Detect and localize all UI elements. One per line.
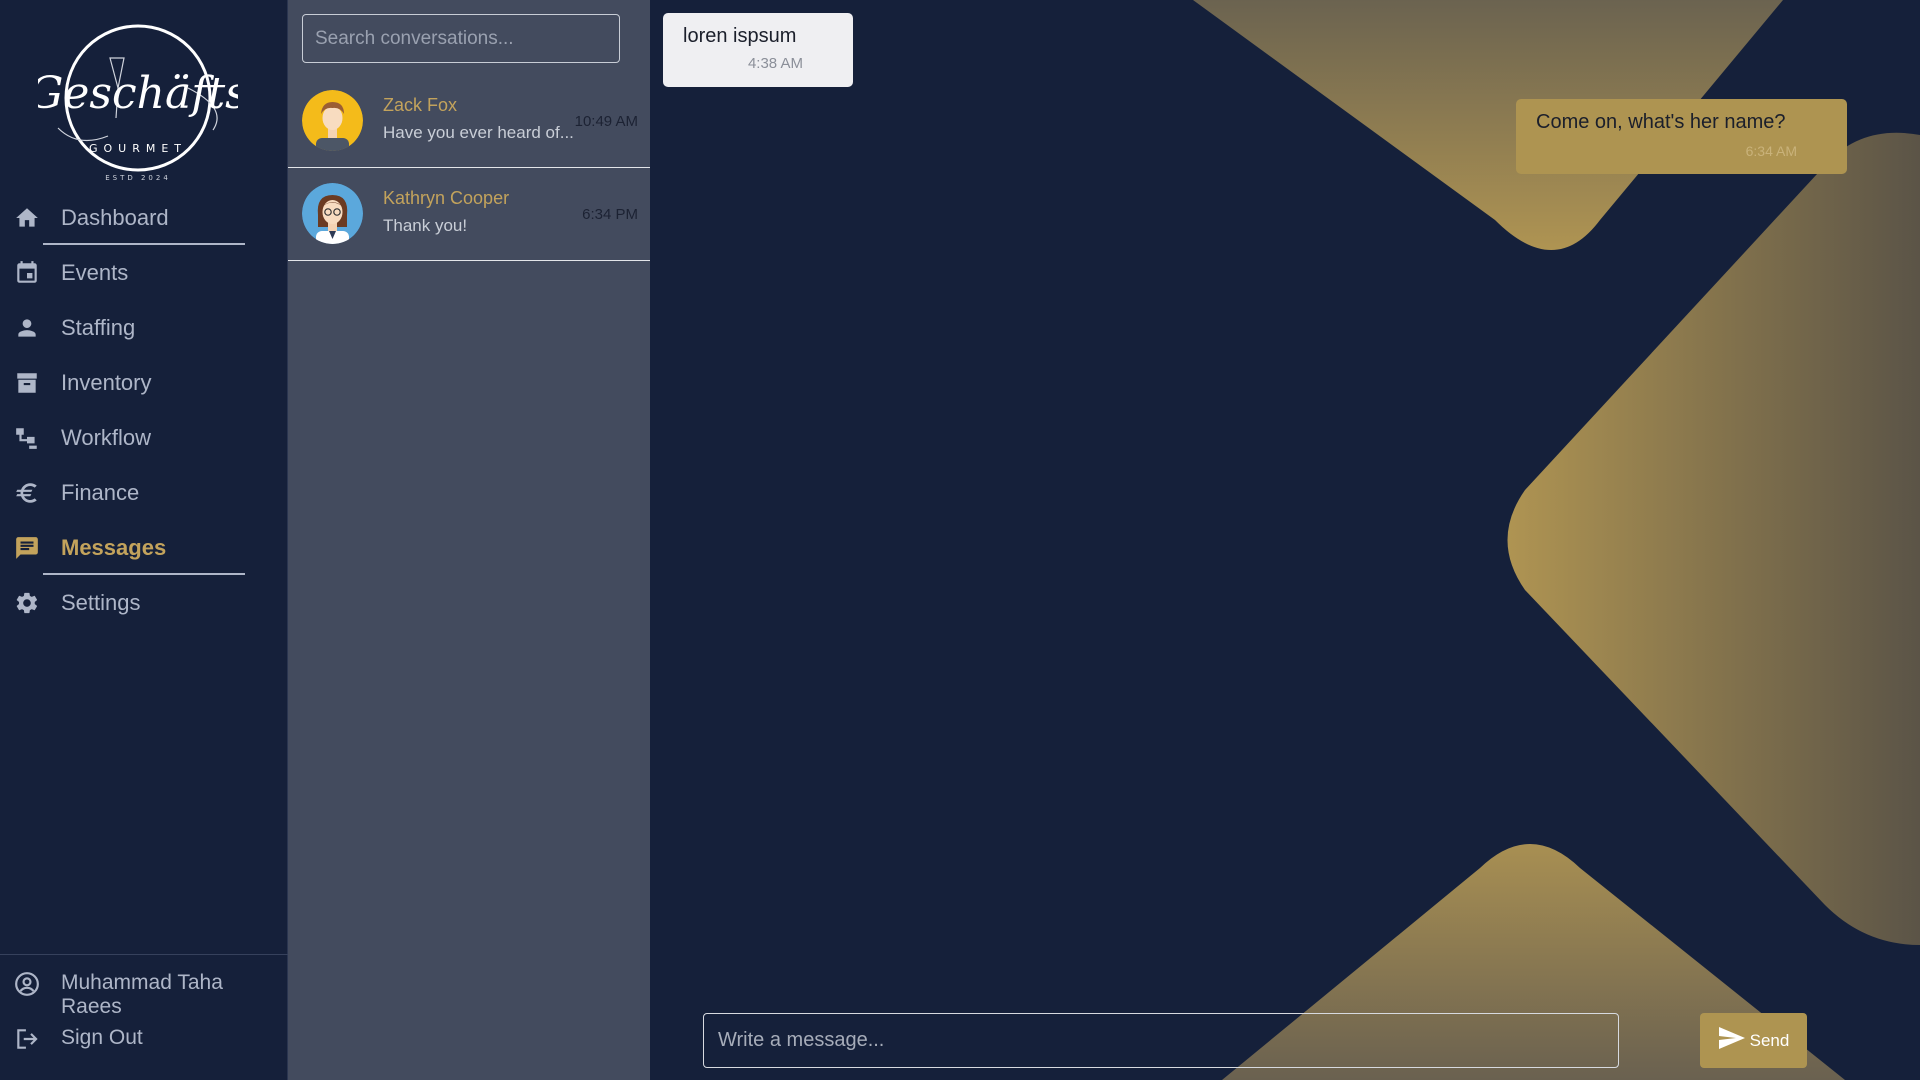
avatar <box>302 90 363 151</box>
message-bubble-incoming: loren ispsum 4:38 AM <box>663 13 853 87</box>
conversation-name: Zack Fox <box>383 95 458 115</box>
conversation-preview: Thank you! <box>383 216 468 235</box>
nav-label: Dashboard <box>61 205 169 230</box>
euro-icon <box>14 480 40 506</box>
nav-label: Inventory <box>61 370 152 395</box>
conversation-item[interactable]: Zack Fox Have you ever heard of... 10:49… <box>288 75 650 168</box>
conversation-time: 6:34 PM <box>582 206 638 223</box>
nav-item-workflow[interactable]: Workflow <box>0 410 288 465</box>
send-icon <box>1718 1026 1746 1055</box>
logo-subtext: GOURMET <box>89 142 187 155</box>
sidebar-divider <box>0 954 288 955</box>
sidebar: Geschäfts GOURMET ESTD 2024 Dashboard Ev… <box>0 0 288 1080</box>
message-bubble-outgoing: Come on, what's her name? 6:34 AM <box>1516 99 1847 174</box>
sign-out-label: Sign Out <box>61 1026 143 1049</box>
chat-panel: loren ispsum 4:38 AM Come on, what's her… <box>650 0 1920 1080</box>
brand-logo: Geschäfts GOURMET ESTD 2024 <box>28 18 248 186</box>
send-label: Send <box>1749 1030 1790 1050</box>
nav-label: Staffing <box>61 315 136 340</box>
conversation-name: Kathryn Cooper <box>383 188 510 208</box>
calendar-icon <box>14 260 40 286</box>
message-input[interactable] <box>703 1013 1619 1068</box>
nav-label: Settings <box>61 590 141 615</box>
nav-item-dashboard[interactable]: Dashboard <box>0 190 288 245</box>
nav-label: Events <box>61 260 129 285</box>
message-time: 6:34 AM <box>1745 143 1797 159</box>
nav-item-inventory[interactable]: Inventory <box>0 355 288 410</box>
gear-icon <box>14 590 40 616</box>
nav-item-messages[interactable]: Messages <box>0 520 288 575</box>
conversation-list-panel: Zack Fox Have you ever heard of... 10:49… <box>288 0 923 1080</box>
nav-item-finance[interactable]: Finance <box>0 465 288 520</box>
message-text: Come on, what's her name? <box>1536 111 1786 133</box>
home-icon <box>14 205 40 231</box>
send-button[interactable]: Send <box>1700 1013 1807 1068</box>
nav-item-staffing[interactable]: Staffing <box>0 300 288 355</box>
sign-out-button[interactable]: Sign Out <box>0 1011 288 1066</box>
conversation-time: 10:49 AM <box>574 113 638 130</box>
logo-wordmark: Geschäfts <box>38 68 238 119</box>
archive-icon <box>14 370 40 396</box>
workflow-icon <box>14 425 40 451</box>
search-conversations-input[interactable] <box>302 14 620 63</box>
person-icon <box>14 315 40 341</box>
chat-icon <box>14 535 40 561</box>
nav-label: Workflow <box>61 425 152 450</box>
conversation-preview: Have you ever heard of... <box>383 123 574 142</box>
message-time: 4:38 AM <box>747 55 803 72</box>
nav-item-events[interactable]: Events <box>0 245 288 300</box>
logo-established: ESTD 2024 <box>105 174 171 182</box>
nav-item-settings[interactable]: Settings <box>0 575 288 630</box>
sign-out-icon <box>14 1026 40 1052</box>
message-text: loren ispsum <box>683 25 797 47</box>
user-profile[interactable]: Muhammad Taha Raees <box>0 956 288 1018</box>
account-circle-icon <box>14 971 40 997</box>
avatar <box>302 183 363 244</box>
main-nav: Dashboard Events Staffing Inventory Work… <box>0 190 288 630</box>
nav-label: Finance <box>61 480 140 505</box>
nav-label: Messages <box>61 535 167 560</box>
conversation-item[interactable]: Kathryn Cooper Thank you! 6:34 PM <box>288 168 650 261</box>
